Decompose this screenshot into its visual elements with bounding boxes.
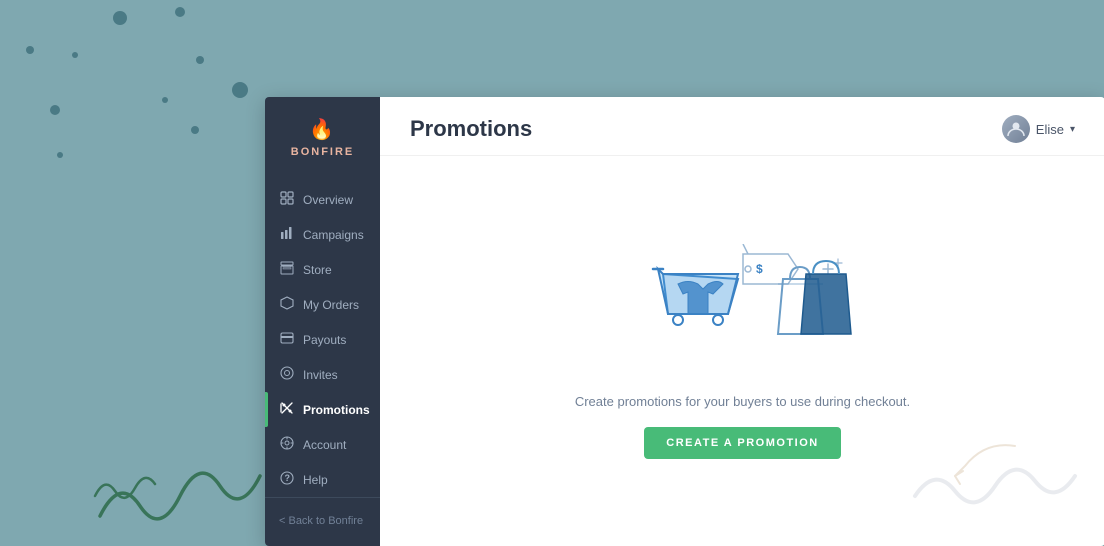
promo-illustration: $ [633,244,853,374]
sidebar-item-account[interactable]: Account [265,427,380,462]
svg-text:$: $ [756,262,763,276]
overview-icon [279,191,295,208]
sidebar-item-payouts[interactable]: Payouts [265,322,380,357]
payouts-icon [279,331,295,348]
logo-icon: 🔥 [309,117,336,142]
promo-empty-state: $ [380,156,1104,546]
avatar [1002,115,1030,143]
sidebar: 🔥 BONFIRE Overview [265,97,380,546]
empty-state-description: Create promotions for your buyers to use… [575,394,910,409]
help-icon: ? [279,471,295,488]
main-squiggle [905,446,1085,526]
promotions-icon [279,401,295,418]
logo: 🔥 BONFIRE [265,117,380,158]
sidebar-help-label: Help [303,473,328,487]
sidebar-promotions-label: Promotions [303,403,370,417]
store-icon [279,261,295,278]
account-icon [279,436,295,453]
sidebar-overview-label: Overview [303,193,353,207]
sidebar-item-overview[interactable]: Overview [265,182,380,217]
main-header: Promotions Elise ▾ [380,97,1104,156]
campaigns-icon [279,226,295,243]
sidebar-item-my-orders[interactable]: My Orders [265,287,380,322]
sidebar-account-label: Account [303,438,346,452]
app-name: BONFIRE [291,146,355,158]
sidebar-store-label: Store [303,263,332,277]
app-container: 🔥 BONFIRE Overview [265,97,1104,546]
sidebar-invites-label: Invites [303,368,338,382]
invites-icon [279,366,295,383]
svg-text:?: ? [285,473,291,483]
sidebar-item-promotions[interactable]: Promotions [265,392,380,427]
decorative-squiggle [90,416,290,536]
sidebar-payouts-label: Payouts [303,333,346,347]
create-promotion-button[interactable]: CREATE A PROMOTION [644,427,840,459]
back-label: < Back to Bonfire [279,515,363,527]
sidebar-nav: Overview Campaigns [265,182,380,497]
sidebar-item-campaigns[interactable]: Campaigns [265,217,380,252]
main-content: Promotions Elise ▾ [380,97,1104,546]
sidebar-item-back-to-bonfire[interactable]: < Back to Bonfire [265,506,380,536]
sidebar-bottom: < Back to Bonfire [265,497,380,536]
user-name: Elise [1036,122,1064,137]
user-menu[interactable]: Elise ▾ [1002,115,1075,143]
sidebar-item-help[interactable]: ? Help [265,462,380,497]
sidebar-item-store[interactable]: Store [265,252,380,287]
sidebar-campaigns-label: Campaigns [303,228,364,242]
user-chevron: ▾ [1070,124,1075,135]
sidebar-item-invites[interactable]: Invites [265,357,380,392]
sidebar-myorders-label: My Orders [303,298,359,312]
page-title: Promotions [410,116,532,142]
my-orders-icon [279,296,295,313]
